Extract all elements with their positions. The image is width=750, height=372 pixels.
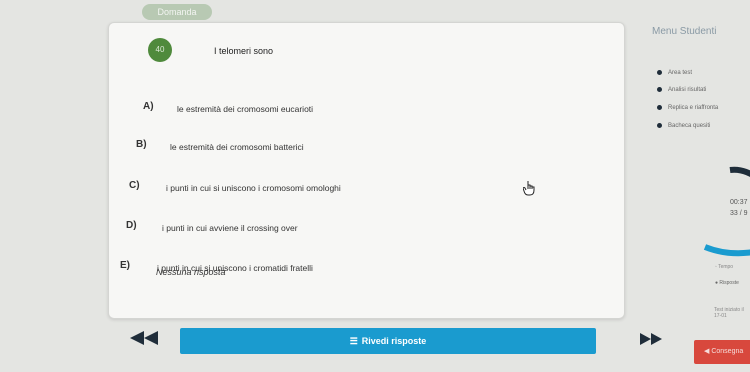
legend-answers: ● Risposte <box>715 280 739 286</box>
question-number-badge: 40 <box>148 38 172 62</box>
hand-cursor-icon <box>523 181 535 196</box>
legend-time: ◦ Tempo <box>715 264 734 270</box>
option-e-letter[interactable]: E) <box>120 260 130 271</box>
sidebar-item-label: Analisi risultati <box>668 87 707 94</box>
sidebar-item-area-test[interactable]: Area test <box>657 70 692 76</box>
question-count: 33 / 9 <box>730 210 748 217</box>
option-c-letter[interactable]: C) <box>129 180 140 191</box>
time-elapsed: 00:37 <box>730 199 748 206</box>
sidebar-title: Menu Studenti <box>652 26 717 37</box>
option-b-text[interactable]: le estremità dei cromosomi batterici <box>170 142 304 152</box>
question-text: I telomeri sono <box>214 46 274 56</box>
timer-arc-icon <box>729 166 750 177</box>
bullet-icon <box>657 87 662 92</box>
sidebar-item-bacheca[interactable]: Bacheca quesiti <box>657 123 710 129</box>
header-chip: Domanda <box>142 4 212 20</box>
next-icon[interactable] <box>640 333 662 345</box>
progress-arc-icon <box>703 244 750 257</box>
menu-icon: ☰ <box>349 336 358 346</box>
bullet-icon <box>657 123 662 128</box>
review-answers-button[interactable]: ☰ Rivedi risposte <box>180 328 596 354</box>
sidebar-item-analisi[interactable]: Analisi risultati <box>657 87 706 93</box>
option-c-text[interactable]: i punti in cui si uniscono i cromosomi o… <box>166 183 341 193</box>
sidebar-item-label: Area test <box>668 70 693 77</box>
option-a-text[interactable]: le estremità dei cromosomi eucarioti <box>177 104 313 114</box>
bullet-icon <box>657 105 662 110</box>
option-d-text[interactable]: i punti in cui avviene il crossing over <box>162 223 298 233</box>
option-a-letter[interactable]: A) <box>143 101 154 112</box>
sidebar-item-label: Bacheca quesiti <box>668 123 711 130</box>
sidebar-item-replica[interactable]: Replica e riaffronta <box>657 105 718 111</box>
option-b-letter[interactable]: B) <box>136 139 147 150</box>
sidebar-item-label: Replica e riaffronta <box>668 105 719 112</box>
previous-icon[interactable] <box>130 331 158 345</box>
option-d-letter[interactable]: D) <box>126 220 137 231</box>
no-answer-option[interactable]: Nessuna risposta <box>156 267 226 277</box>
bullet-icon <box>657 70 662 75</box>
test-start-note: Test iniziato il 17-01 <box>714 307 744 319</box>
submit-button[interactable]: ◀ Consegna <box>694 340 750 364</box>
